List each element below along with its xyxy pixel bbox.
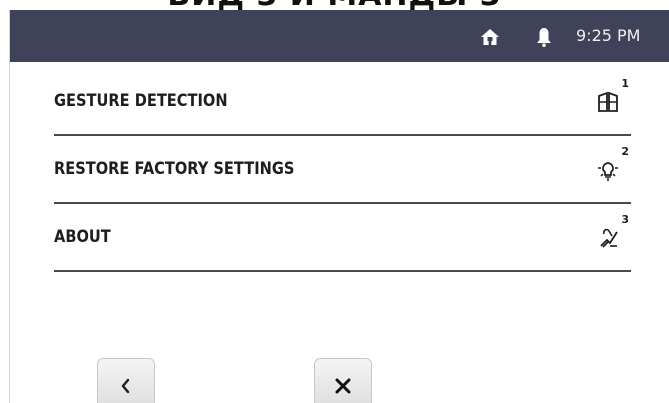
status-bar: 9:25 PM bbox=[10, 10, 669, 62]
menu-item-number: 2 bbox=[621, 145, 629, 158]
settings-menu: GESTURE DETECTION 1 RESTORE FACTORY SETT… bbox=[54, 68, 631, 272]
status-time: 9:25 PM bbox=[576, 26, 641, 45]
menu-item-label: RESTORE FACTORY SETTINGS bbox=[54, 159, 295, 179]
menu-item-number: 1 bbox=[621, 77, 629, 90]
gesture-icon bbox=[598, 91, 618, 112]
chevron-left-icon bbox=[121, 378, 130, 394]
close-button[interactable] bbox=[314, 358, 372, 403]
menu-item-gesture-detection[interactable]: GESTURE DETECTION 1 bbox=[54, 68, 631, 136]
page-caption: ВИД 3 И МАНДЫ 3 bbox=[0, 0, 669, 10]
menu-item-restore-factory-settings[interactable]: RESTORE FACTORY SETTINGS 2 bbox=[54, 136, 631, 204]
menu-item-label: GESTURE DETECTION bbox=[54, 91, 228, 111]
back-button[interactable] bbox=[97, 358, 155, 403]
menu-item-label: ABOUT bbox=[54, 227, 111, 247]
home-icon bbox=[481, 29, 499, 45]
lightbulb-icon bbox=[598, 162, 618, 181]
menu-item-about[interactable]: ABOUT 3 bbox=[54, 204, 631, 272]
menu-item-number: 3 bbox=[621, 213, 629, 226]
about-icon bbox=[600, 228, 618, 248]
bell-icon bbox=[537, 28, 551, 47]
device-screen: 9:25 PM GESTURE DETECTION 1 RESTORE FACT… bbox=[9, 10, 669, 403]
close-icon bbox=[335, 378, 351, 394]
